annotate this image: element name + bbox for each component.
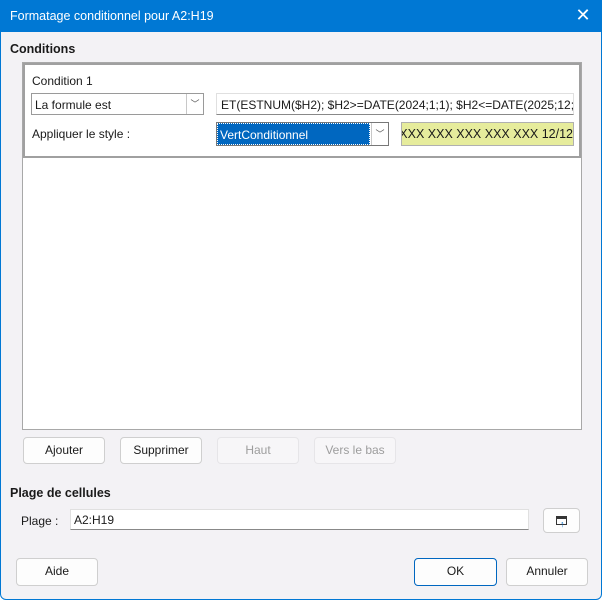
preview-text: XX XXX XXX XXX XXX XXX 12/12 [401, 127, 573, 141]
move-up-button[interactable]: Haut [217, 437, 299, 464]
conditions-list[interactable]: Condition 1 La formule est ﹀ ET(ESTNUM($… [22, 62, 582, 430]
dialog-window: Formatage conditionnel pour A2:H19 ✕ Con… [0, 0, 602, 600]
conditions-heading: Conditions [10, 42, 76, 56]
range-label: Plage : [21, 514, 59, 528]
delete-button[interactable]: Supprimer [120, 437, 202, 464]
range-heading: Plage de cellules [10, 486, 111, 500]
add-button[interactable]: Ajouter [23, 437, 105, 464]
shrink-icon: ↑ [556, 516, 567, 529]
close-icon[interactable]: ✕ [573, 5, 593, 26]
condition-type-value: La formule est [35, 98, 112, 112]
condition-label: Condition 1 [32, 74, 93, 88]
apply-style-label: Appliquer le style : [32, 127, 131, 141]
ok-button[interactable]: OK [414, 558, 497, 586]
style-select[interactable]: VertConditionnel ﹀ [216, 122, 389, 146]
title-bar: Formatage conditionnel pour A2:H19 ✕ [1, 1, 602, 32]
chevron-down-icon: ﹀ [371, 123, 388, 145]
chevron-down-icon: ﹀ [186, 94, 203, 114]
condition-entry: Condition 1 La formule est ﹀ ET(ESTNUM($… [23, 63, 581, 158]
formula-input[interactable]: ET(ESTNUM($H2); $H2>=DATE(2024;1;1); $H2… [216, 93, 574, 115]
help-button[interactable]: Aide [16, 558, 98, 586]
range-input[interactable]: A2:H19 [70, 509, 529, 530]
dialog-title: Formatage conditionnel pour A2:H19 [10, 9, 214, 23]
condition-type-select[interactable]: La formule est ﹀ [31, 93, 204, 115]
move-down-button[interactable]: Vers le bas [314, 437, 396, 464]
cancel-button[interactable]: Annuler [506, 558, 588, 586]
style-preview: XX XXX XXX XXX XXX XXX 12/12 [401, 122, 574, 146]
shrink-button[interactable]: ↑ [543, 508, 580, 533]
style-value: VertConditionnel [217, 123, 370, 145]
